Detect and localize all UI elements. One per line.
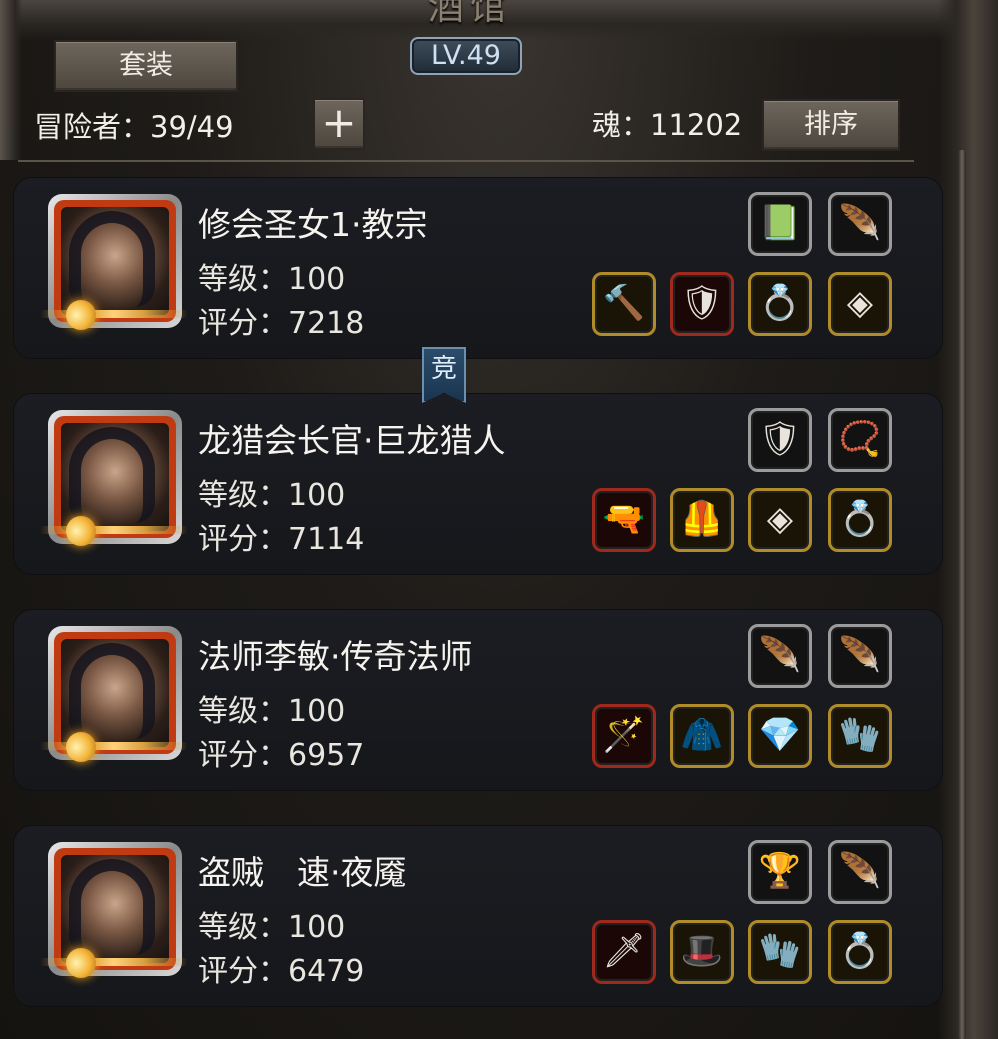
hero-level: 等级：100 bbox=[198, 262, 346, 297]
dagger-icon[interactable]: 🗡 bbox=[592, 920, 656, 984]
suit-button[interactable]: 套装 bbox=[54, 40, 238, 92]
scrollbar[interactable] bbox=[958, 150, 966, 1039]
hero-card[interactable]: 盗贼 速·夜魇 等级：100 评分：6479 🏆 🪶 🗡 🎩 🧤 💍 bbox=[14, 826, 942, 1006]
ring-icon[interactable]: 💍 bbox=[828, 920, 892, 984]
moon-icon bbox=[66, 948, 96, 978]
hero-avatar bbox=[61, 639, 169, 747]
gem-icon[interactable]: 💎 bbox=[748, 704, 812, 768]
hero-name: 龙猎会长官·巨龙猎人 bbox=[198, 421, 506, 460]
ring-icon[interactable]: 💍 bbox=[828, 488, 892, 552]
add-adventurer-button[interactable]: + bbox=[313, 98, 365, 150]
hero-card[interactable]: 修会圣女1·教宗 等级：100 评分：7218 📗 🪶 🔨 🛡 💍 ◈ bbox=[14, 178, 942, 358]
robe-icon[interactable]: 🧥 bbox=[670, 704, 734, 768]
sort-button[interactable]: 排序 bbox=[762, 99, 900, 151]
adventurer-count: 冒险者：39/49 bbox=[34, 110, 234, 144]
gauntlet-icon[interactable]: 🧤 bbox=[748, 920, 812, 984]
crest-icon[interactable]: 🛡 bbox=[748, 408, 812, 472]
tavern-panel: 酒馆 LV.49 套装 冒险者：39/49 + 魂：11202 排序 修会圣女1… bbox=[0, 0, 998, 1039]
amulet-icon[interactable]: 💍 bbox=[748, 272, 812, 336]
hero-card[interactable]: 法师李敏·传奇法师 等级：100 评分：6957 🪶 🪶 🪄 🧥 💎 🧤 bbox=[14, 610, 942, 790]
hero-score: 评分：7218 bbox=[198, 306, 365, 341]
gauntlet-icon[interactable]: 🧤 bbox=[828, 704, 892, 768]
green-book-icon[interactable]: 📗 bbox=[748, 192, 812, 256]
frame-right-ornament bbox=[938, 0, 998, 1039]
moon-ornament-bar bbox=[40, 310, 188, 318]
rune-icon[interactable]: ◈ bbox=[748, 488, 812, 552]
feather-icon[interactable]: 🪶 bbox=[748, 624, 812, 688]
armor-icon[interactable]: 🛡 bbox=[670, 272, 734, 336]
chest-armor-icon[interactable]: 🦺 bbox=[670, 488, 734, 552]
hero-score: 评分：6957 bbox=[198, 738, 365, 773]
frame-left-ornament bbox=[0, 0, 22, 160]
necklace-icon[interactable]: 📿 bbox=[828, 408, 892, 472]
hero-avatar bbox=[61, 423, 169, 531]
hero-level: 等级：100 bbox=[198, 694, 346, 729]
hero-name: 盗贼 速·夜魇 bbox=[198, 853, 407, 892]
moon-icon bbox=[66, 732, 96, 762]
hammer-icon[interactable]: 🔨 bbox=[592, 272, 656, 336]
hero-score: 评分：7114 bbox=[198, 522, 365, 557]
moon-ornament-bar bbox=[40, 742, 188, 750]
revolver-icon[interactable]: 🔫 bbox=[592, 488, 656, 552]
panel-title: 酒馆 bbox=[427, 0, 512, 28]
staff-icon[interactable]: 🪄 bbox=[592, 704, 656, 768]
hero-level: 等级：100 bbox=[198, 910, 346, 945]
hero-card[interactable]: 龙猎会长官·巨龙猎人 等级：100 评分：7114 🛡 📿 🔫 🦺 ◈ 💍 bbox=[14, 394, 942, 574]
feather-icon[interactable]: 🪶 bbox=[828, 192, 892, 256]
moon-ornament-bar bbox=[40, 526, 188, 534]
hero-score: 评分：6479 bbox=[198, 954, 365, 989]
hero-name: 修会圣女1·教宗 bbox=[198, 205, 428, 244]
moon-icon bbox=[66, 516, 96, 546]
moon-ornament-bar bbox=[40, 958, 188, 966]
tavern-level-badge: LV.49 bbox=[410, 37, 522, 75]
hero-level: 等级：100 bbox=[198, 478, 346, 513]
hero-avatar bbox=[61, 207, 169, 315]
soul-count: 魂：11202 bbox=[592, 108, 743, 142]
trophy-icon[interactable]: 🏆 bbox=[748, 840, 812, 904]
claw-icon[interactable]: 🪶 bbox=[828, 840, 892, 904]
hero-avatar bbox=[61, 855, 169, 963]
hero-name: 法师李敏·传奇法师 bbox=[198, 637, 473, 676]
hood-icon[interactable]: 🎩 bbox=[670, 920, 734, 984]
rune-icon[interactable]: ◈ bbox=[828, 272, 892, 336]
header-divider bbox=[18, 160, 914, 162]
moon-icon bbox=[66, 300, 96, 330]
feather-icon[interactable]: 🪶 bbox=[828, 624, 892, 688]
